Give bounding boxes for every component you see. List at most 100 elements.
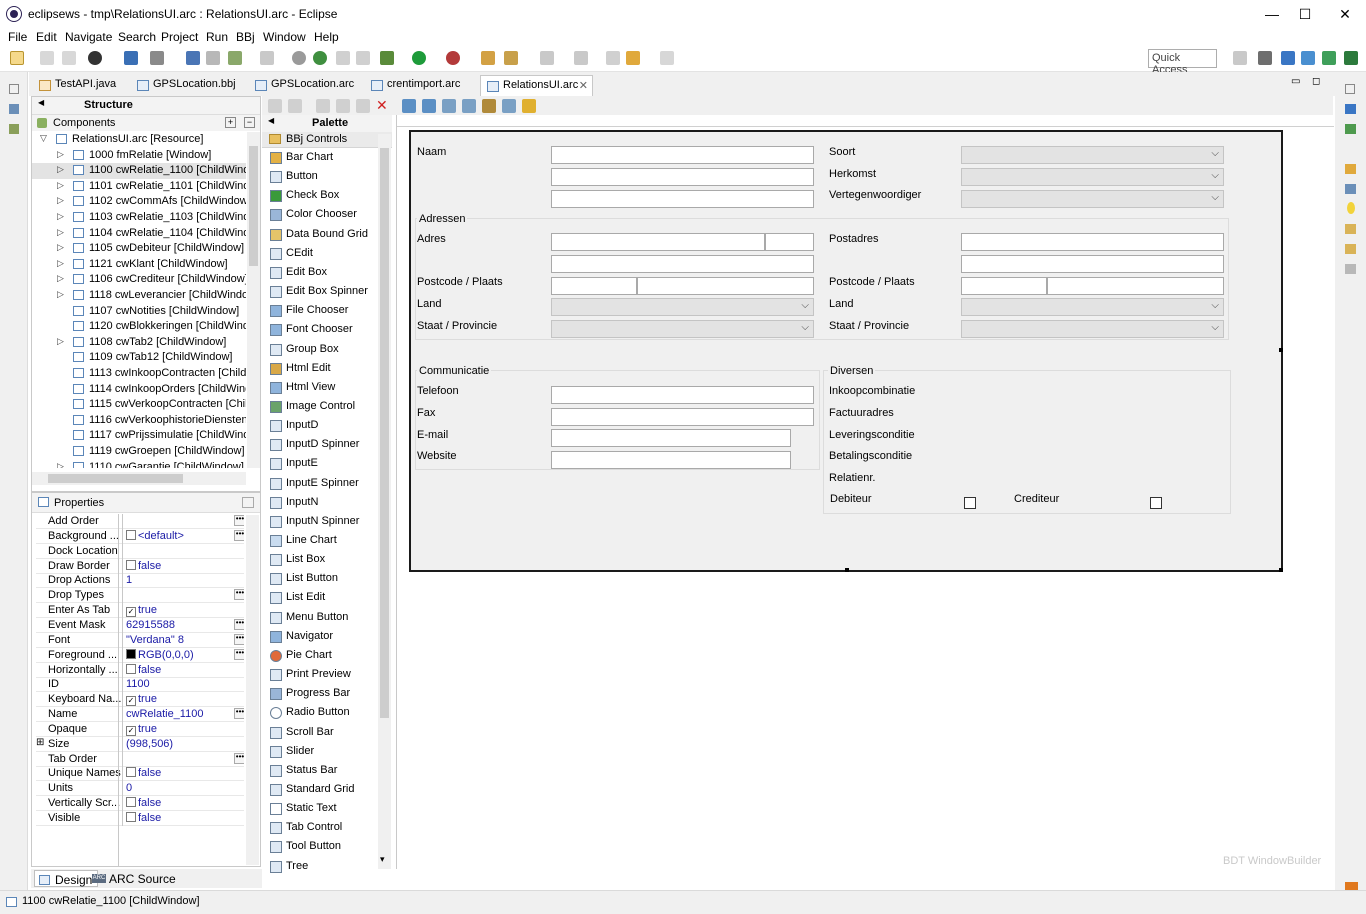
tree-item[interactable]: ▷ 1108 cwTab2 [ChildWindow]: [32, 335, 246, 351]
maximize-button[interactable]: ☐: [1285, 0, 1325, 28]
maximize-editor-icon[interactable]: ◻: [1312, 76, 1320, 87]
bbj-perspective-icon[interactable]: [1281, 51, 1295, 65]
property-value[interactable]: [122, 543, 244, 559]
property-row[interactable]: Font "Verdana" 8 •••: [36, 632, 244, 648]
open-perspective-icon[interactable]: [1233, 51, 1247, 65]
menu-run[interactable]: Run: [206, 30, 228, 44]
land-combo-1[interactable]: ⌵: [551, 298, 814, 316]
progress-icon[interactable]: [1345, 264, 1356, 274]
console-icon[interactable]: [1345, 104, 1356, 114]
web-icon[interactable]: [313, 51, 327, 65]
tab-gpslocation-arc[interactable]: GPSLocation.arc: [249, 75, 360, 96]
resize-handle-right[interactable]: [1279, 348, 1283, 352]
tree-vertical-scrollbar[interactable]: [247, 132, 260, 468]
properties-menu-icon[interactable]: [242, 497, 254, 508]
property-row[interactable]: Enter As Tab ✓ true: [36, 603, 244, 619]
property-value[interactable]: false: [122, 796, 244, 812]
restore-icon[interactable]: [9, 84, 19, 94]
property-value[interactable]: false: [122, 558, 244, 574]
servers-icon[interactable]: [1345, 124, 1356, 134]
lightbulb-icon[interactable]: [1347, 202, 1355, 214]
menu-bbj[interactable]: BBj: [236, 30, 255, 44]
staat-combo-2[interactable]: ⌵: [961, 320, 1224, 338]
property-row[interactable]: Name cwRelatie_1100 •••: [36, 707, 244, 723]
menu-edit[interactable]: Edit: [36, 30, 57, 44]
property-row[interactable]: Visible false: [36, 811, 244, 826]
edit-ellipsis-icon[interactable]: •••: [234, 529, 244, 541]
debug-icon[interactable]: [380, 51, 394, 65]
property-value[interactable]: false: [122, 662, 244, 678]
plaats-input-1[interactable]: [637, 277, 814, 295]
pencil-icon[interactable]: [504, 51, 518, 65]
huisnummer-input[interactable]: [765, 233, 814, 251]
collapse-palette-icon[interactable]: ◀: [268, 116, 274, 125]
add-menu-icon[interactable]: [442, 99, 456, 113]
website-input[interactable]: [551, 451, 791, 469]
palette-scrollbar[interactable]: ▾: [378, 134, 391, 869]
delete-icon[interactable]: ✕: [376, 97, 388, 114]
palette-group-bbj-controls[interactable]: BBj Controls: [262, 132, 392, 148]
bookmarks-icon[interactable]: [1345, 164, 1356, 174]
property-row[interactable]: Event Mask 62915588 •••: [36, 617, 244, 633]
edit-ellipsis-icon[interactable]: •••: [234, 589, 244, 601]
naam-input-1[interactable]: [551, 146, 814, 164]
checked-checkbox-icon[interactable]: ✓: [126, 607, 136, 618]
paste-icon[interactable]: [356, 99, 370, 113]
property-value[interactable]: 1100: [122, 677, 244, 693]
menu-help[interactable]: Help: [314, 30, 339, 44]
palette-scroll-thumb[interactable]: [380, 148, 389, 718]
checkbox-icon[interactable]: [126, 559, 136, 570]
blank-icon[interactable]: [356, 51, 370, 65]
tree-horizontal-scrollbar[interactable]: [32, 472, 246, 485]
fax-input[interactable]: [551, 408, 814, 426]
property-value[interactable]: •••: [122, 514, 244, 529]
property-value[interactable]: "Verdana" 8 •••: [122, 632, 244, 648]
tree-expander-icon[interactable]: ▷: [57, 336, 64, 347]
debiteur-checkbox[interactable]: [964, 497, 976, 509]
tree-expander-icon[interactable]: ▷: [57, 227, 64, 238]
compile-icon[interactable]: [186, 51, 200, 65]
checkbox-icon[interactable]: [126, 797, 136, 808]
problems-icon[interactable]: [1345, 244, 1356, 254]
menu-navigate[interactable]: Navigate: [65, 30, 112, 44]
new-icon[interactable]: [10, 51, 24, 65]
tree-item[interactable]: 1107 cwNotities [ChildWindow]: [32, 304, 246, 320]
save-icon[interactable]: [40, 51, 54, 65]
tree-expander-icon[interactable]: ▷: [57, 180, 64, 191]
menu-search[interactable]: Search: [118, 30, 156, 44]
tree-item[interactable]: 1109 cwTab12 [ChildWindow]: [32, 350, 246, 366]
property-row[interactable]: Add Order •••: [36, 514, 244, 529]
checked-checkbox-icon[interactable]: ✓: [126, 725, 136, 736]
tree-item[interactable]: ▷ 1110 cwGarantie [ChildWindow]: [32, 460, 246, 468]
tree-item[interactable]: 1116 cwVerkoophistorieDiensten [ChildWin…: [32, 413, 246, 429]
naam-input-3[interactable]: [551, 190, 814, 208]
skip-breakpoints-icon[interactable]: [124, 51, 138, 65]
properties-scrollbar[interactable]: [246, 515, 259, 865]
tab-gpslocation-bbj[interactable]: GPSLocation.bbj: [131, 75, 242, 96]
property-row[interactable]: Opaque ✓ true: [36, 721, 244, 737]
property-row[interactable]: Drop Types •••: [36, 588, 244, 604]
postadres-input-2[interactable]: [961, 255, 1224, 273]
external-tools-icon[interactable]: [446, 51, 460, 65]
tree-item[interactable]: ▷ 1118 cwLeverancier [ChildWindow]: [32, 288, 246, 304]
property-value[interactable]: 0: [122, 781, 244, 797]
adres-input[interactable]: [551, 233, 765, 251]
staat-combo-1[interactable]: ⌵: [551, 320, 814, 338]
tree-item[interactable]: 1120 cwBlokkeringen [ChildWindow]: [32, 319, 246, 335]
property-value[interactable]: false: [122, 811, 244, 826]
last-edit-icon[interactable]: [606, 51, 620, 65]
quick-access-input[interactable]: Quick Access: [1148, 49, 1217, 76]
tree-item[interactable]: 1119 cwGroepen [ChildWindow]: [32, 444, 246, 460]
close-button[interactable]: ✕: [1325, 0, 1365, 28]
scroll-down-icon[interactable]: ▾: [380, 854, 385, 865]
edit-ellipsis-icon[interactable]: •••: [234, 708, 244, 720]
tree-expander-icon[interactable]: ▷: [57, 273, 64, 284]
search-tool-icon[interactable]: [228, 51, 242, 65]
tree-vscroll-thumb[interactable]: [249, 146, 258, 266]
property-value[interactable]: •••: [122, 751, 244, 767]
property-value[interactable]: ✓ true: [122, 603, 244, 619]
vertegenwoordiger-combo[interactable]: ⌵: [961, 190, 1224, 208]
next-annotation-icon[interactable]: [540, 51, 554, 65]
test-form-icon[interactable]: [502, 99, 516, 113]
crediteur-checkbox[interactable]: [1150, 497, 1162, 509]
